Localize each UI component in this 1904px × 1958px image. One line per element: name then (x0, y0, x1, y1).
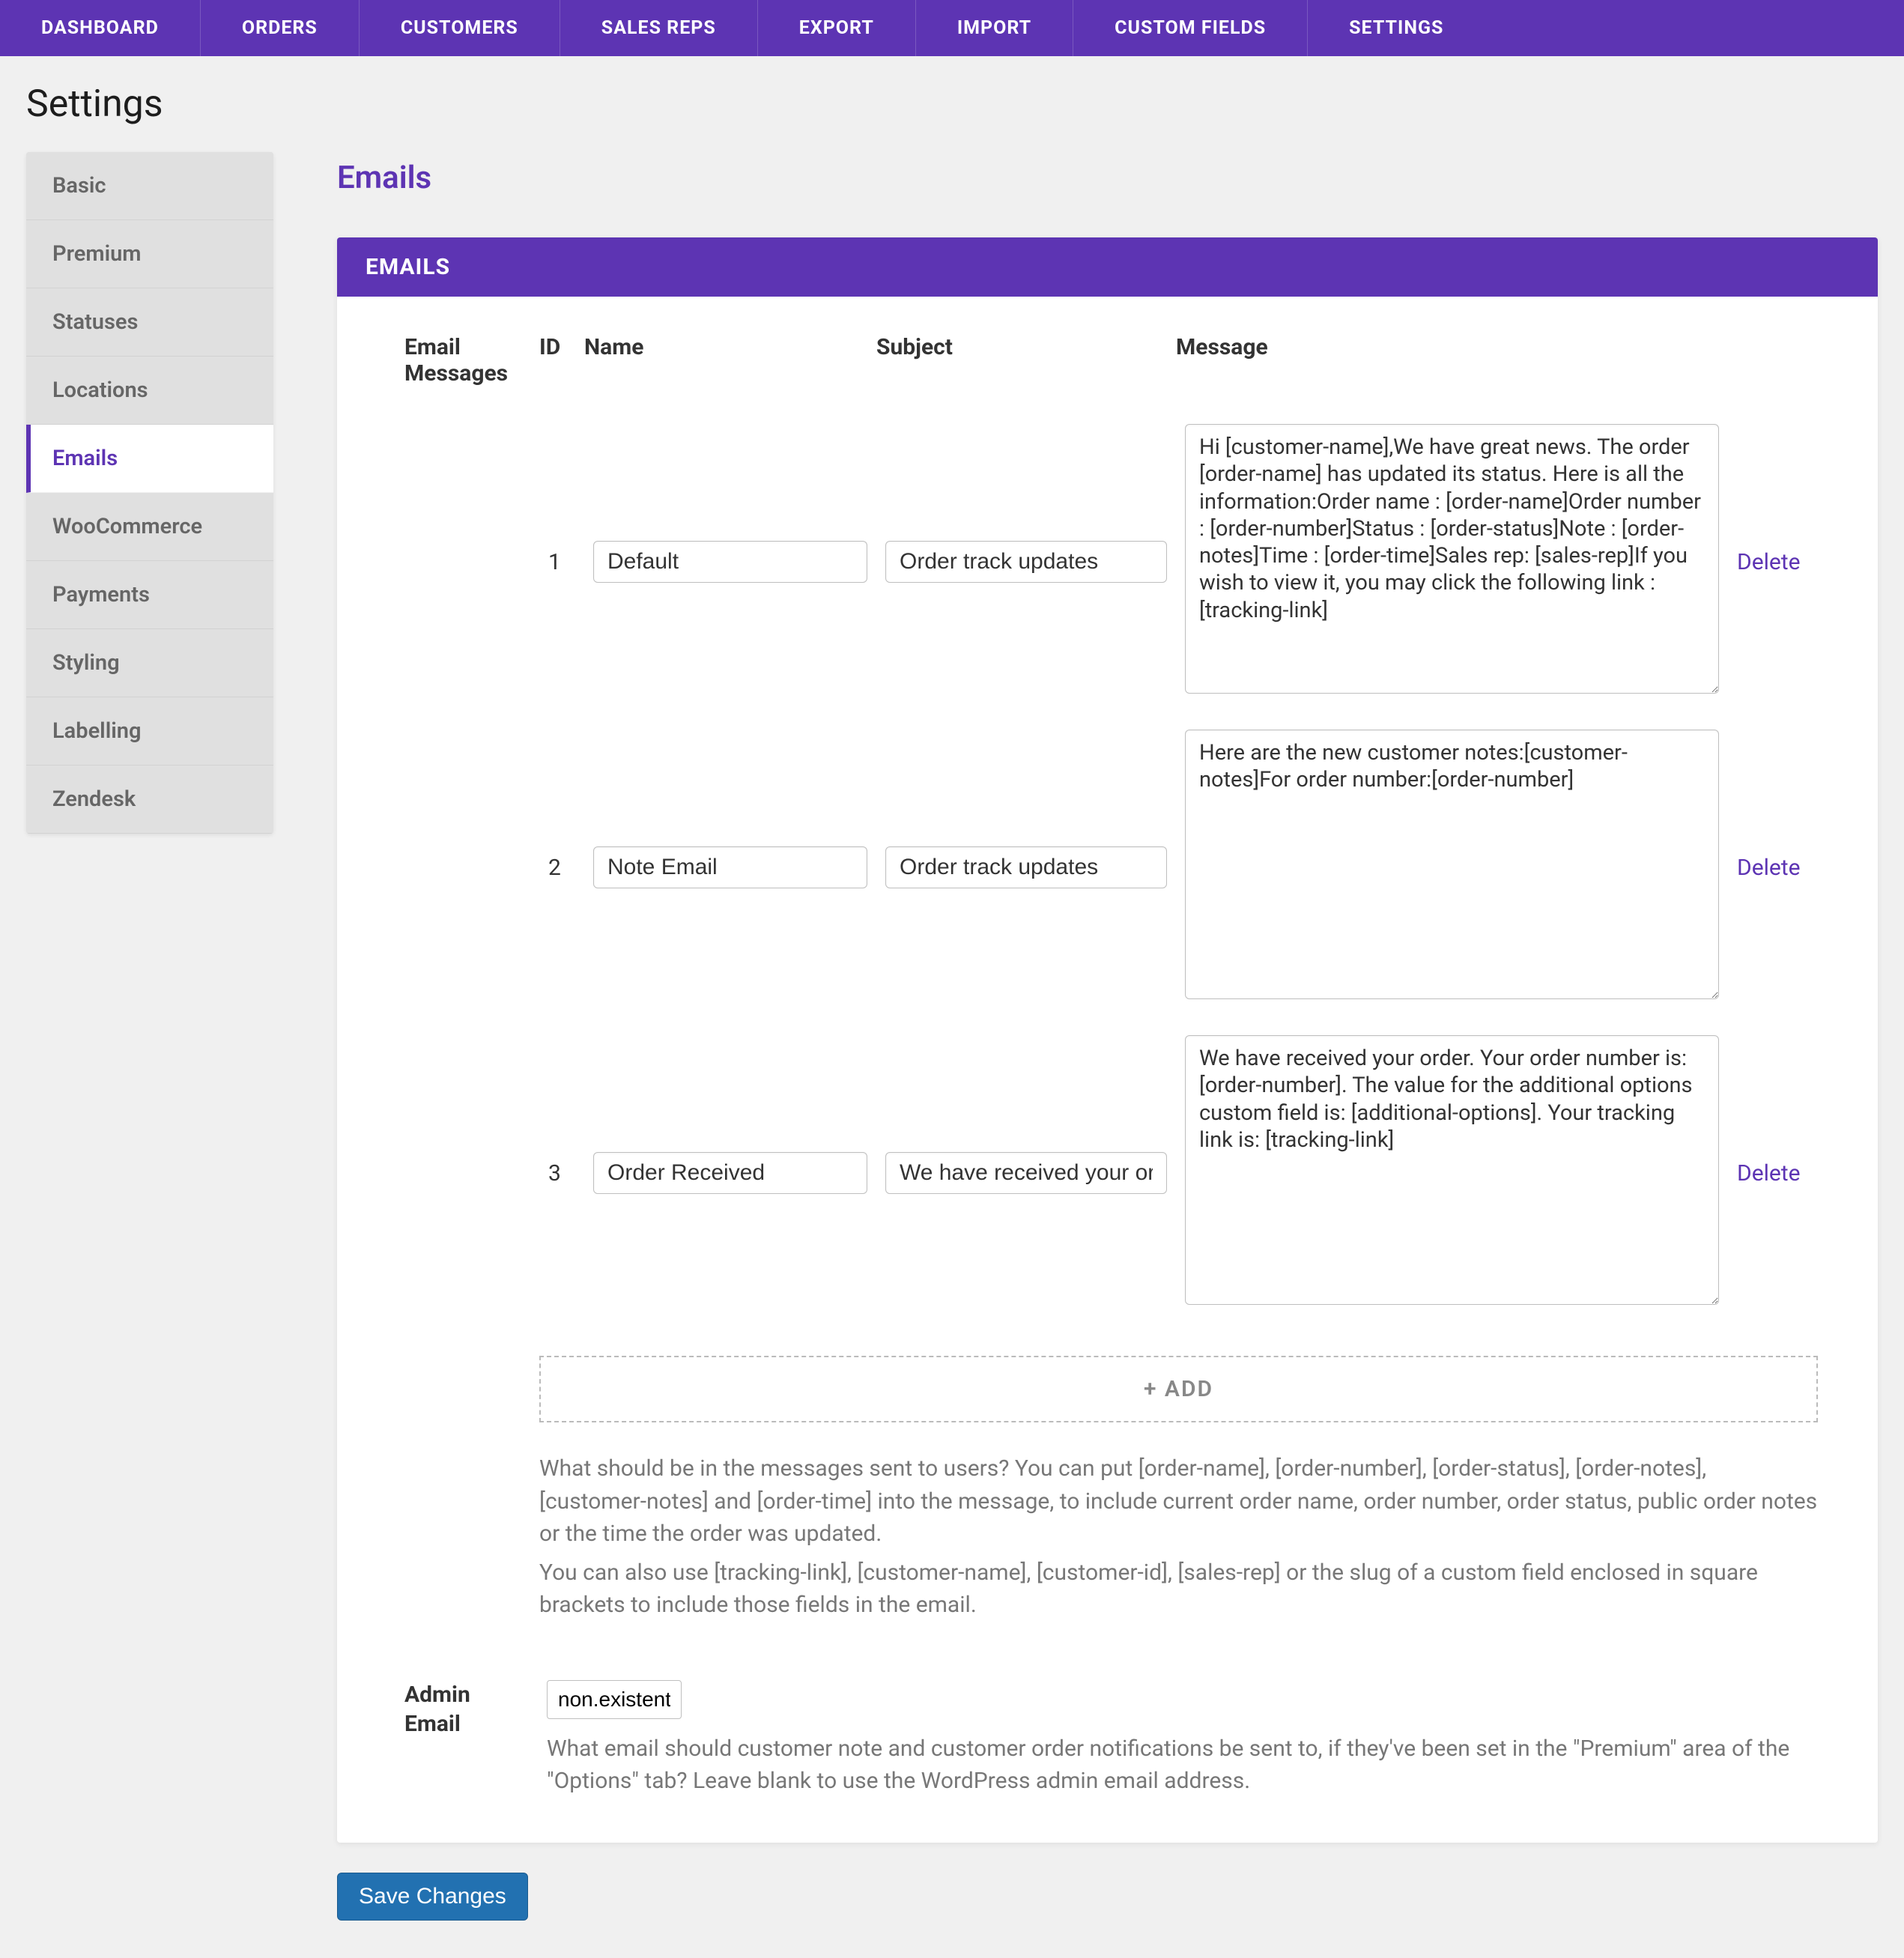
email-row: 2 Delete (404, 715, 1818, 1020)
sidebar-item-locations[interactable]: Locations (26, 357, 273, 425)
col-id-header: ID (539, 334, 584, 409)
sidebar-item-zendesk[interactable]: Zendesk (26, 766, 273, 834)
topnav-sales-reps[interactable]: Sales Reps (560, 0, 758, 56)
col-name-header: Name (584, 334, 876, 409)
sidebar-item-labelling[interactable]: Labelling (26, 697, 273, 766)
row-id: 3 (539, 1020, 584, 1326)
admin-email-label: Admin Email (404, 1680, 524, 1739)
topnav-export[interactable]: Export (758, 0, 916, 56)
content-area: Emails Emails Email Messages ID Name Sub… (273, 152, 1878, 1921)
topnav-import[interactable]: Import (916, 0, 1073, 56)
topnav-orders[interactable]: Orders (201, 0, 360, 56)
add-email-button[interactable]: + ADD (539, 1356, 1818, 1422)
email-row: 1 Delete (404, 409, 1818, 715)
help-text-2: You can also use [tracking-link], [custo… (539, 1557, 1818, 1622)
sidebar-item-statuses[interactable]: Statuses (26, 288, 273, 357)
delete-email-link[interactable]: Delete (1737, 1160, 1801, 1186)
email-messages-label: Email Messages (404, 334, 539, 409)
email-name-input[interactable] (593, 846, 867, 888)
email-row: 3 Delete (404, 1020, 1818, 1326)
admin-email-help: What email should customer note and cust… (547, 1733, 1818, 1798)
settings-sidebar: BasicPremiumStatusesLocationsEmailsWooCo… (26, 152, 273, 834)
content-title: Emails (337, 160, 1878, 196)
sidebar-item-payments[interactable]: Payments (26, 561, 273, 629)
email-subject-input[interactable] (885, 1152, 1167, 1194)
admin-email-input[interactable] (547, 1680, 682, 1719)
save-changes-button[interactable]: Save Changes (337, 1873, 528, 1921)
topnav-custom-fields[interactable]: Custom Fields (1073, 0, 1308, 56)
row-id: 1 (539, 409, 584, 715)
email-subject-input[interactable] (885, 541, 1167, 583)
email-message-textarea[interactable] (1185, 730, 1719, 999)
delete-email-link[interactable]: Delete (1737, 855, 1801, 881)
row-id: 2 (539, 715, 584, 1020)
top-nav: DashboardOrdersCustomersSales RepsExport… (0, 0, 1904, 56)
sidebar-item-emails[interactable]: Emails (26, 425, 273, 493)
sidebar-item-basic[interactable]: Basic (26, 152, 273, 220)
email-name-input[interactable] (593, 541, 867, 583)
topnav-dashboard[interactable]: Dashboard (0, 0, 201, 56)
email-message-textarea[interactable] (1185, 1035, 1719, 1305)
sidebar-item-styling[interactable]: Styling (26, 629, 273, 697)
col-subject-header: Subject (876, 334, 1176, 409)
col-message-header: Message (1176, 334, 1728, 409)
email-name-input[interactable] (593, 1152, 867, 1194)
help-text: What should be in the messages sent to u… (539, 1452, 1818, 1622)
email-messages-table: Email Messages ID Name Subject Message 1… (404, 334, 1818, 1326)
page-title: Settings (0, 56, 1904, 152)
topnav-settings[interactable]: Settings (1308, 0, 1485, 56)
sidebar-item-woocommerce[interactable]: WooCommerce (26, 493, 273, 561)
email-message-textarea[interactable] (1185, 424, 1719, 694)
sidebar-item-premium[interactable]: Premium (26, 220, 273, 288)
delete-email-link[interactable]: Delete (1737, 549, 1801, 575)
help-text-1: What should be in the messages sent to u… (539, 1452, 1818, 1551)
panel-header: Emails (337, 237, 1878, 297)
email-subject-input[interactable] (885, 846, 1167, 888)
topnav-customers[interactable]: Customers (360, 0, 560, 56)
emails-panel: Emails Email Messages ID Name Subject Me… (337, 237, 1878, 1843)
